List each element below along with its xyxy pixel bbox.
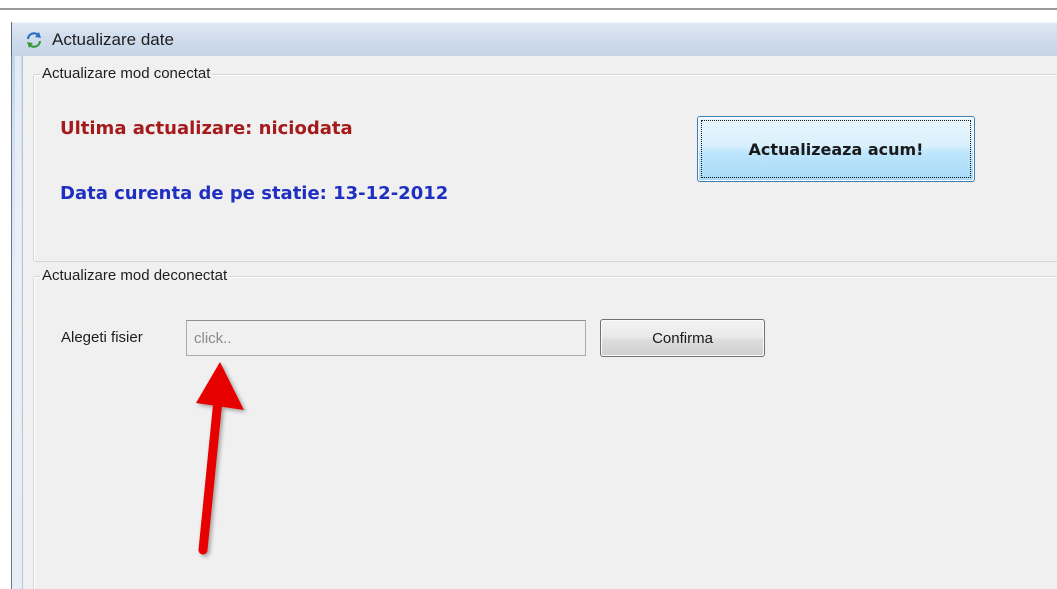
top-border (0, 8, 1057, 10)
update-now-button[interactable]: Actualizeaza acum! (697, 116, 975, 182)
disconnected-group-label: Actualizare mod deconectat (40, 267, 230, 285)
left-window-frame (11, 56, 23, 589)
last-update-text: Ultima actualizare: niciodata (60, 118, 353, 139)
confirm-label: Confirma (652, 329, 713, 347)
file-input[interactable] (186, 320, 586, 356)
title-bar[interactable]: Actualizare date (12, 22, 1057, 56)
connected-group-label: Actualizare mod conectat (40, 65, 213, 83)
refresh-icon (26, 32, 42, 48)
screen: Actualizare date Actualizare mod conecta… (0, 0, 1057, 589)
confirm-button[interactable]: Confirma (600, 319, 765, 357)
frame-shade (15, 56, 21, 589)
window-title: Actualizare date (52, 30, 174, 49)
update-now-label: Actualizeaza acum! (748, 139, 924, 159)
dialog-content: Actualizare mod conectat Ultima actualiz… (23, 56, 1057, 589)
current-date-text: Data curenta de pe statie: 13-12-2012 (60, 183, 449, 204)
choose-file-label: Alegeti fisier (61, 329, 143, 346)
